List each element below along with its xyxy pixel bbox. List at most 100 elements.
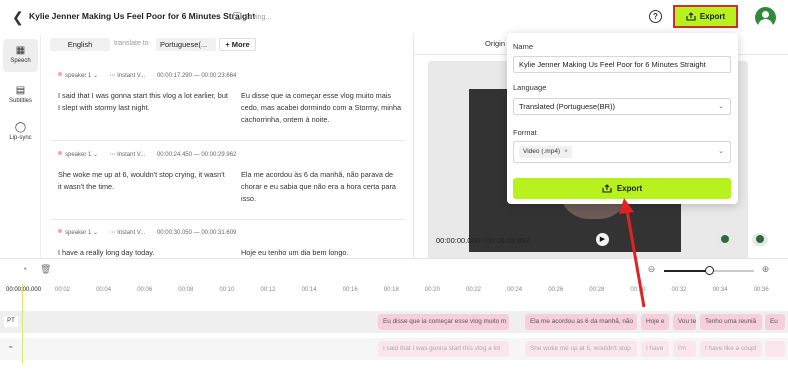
ruler-tick: 00:36	[753, 287, 769, 293]
subtitle-toggle-icon[interactable]	[752, 233, 768, 246]
format-select[interactable]: Video (.mp4) × ⌄	[513, 141, 731, 163]
segment-target-text[interactable]: Eu disse que ia começar esse vlog muito …	[241, 90, 403, 126]
playhead[interactable]	[22, 284, 23, 364]
source-language[interactable]: English	[50, 38, 110, 51]
speaker-select[interactable]: speaker 1 ⌄	[65, 230, 98, 236]
format-chip[interactable]: Video (.mp4) ×	[519, 146, 572, 158]
cloud-save-icon	[233, 12, 241, 20]
ruler-tick: 00:22	[466, 287, 482, 293]
ruler-tick: 00:20	[424, 287, 440, 293]
segment-source-text[interactable]: She woke me up at 6, wouldn't stop cryin…	[58, 169, 230, 193]
ruler-tick: 00:00:00.000	[6, 287, 42, 293]
segment-start[interactable]: 00:00:17.290	[157, 73, 192, 79]
segment-start[interactable]: 00:00:30.050	[157, 230, 192, 236]
voice-toggle-icon[interactable]	[716, 233, 734, 246]
speaker-color-dot	[58, 229, 62, 233]
rail-item-label: Speech	[10, 58, 31, 64]
help-icon[interactable]: ?	[649, 10, 662, 23]
confirm-export-button[interactable]: Export	[513, 178, 731, 199]
speed-icon[interactable]: ◔	[19, 264, 30, 275]
close-icon[interactable]: ×	[564, 148, 568, 155]
segment-meta: speaker 1 ⌄ ⋅⋅⋅ Instant V... 00:00:24.45…	[58, 151, 236, 158]
zoom-out-icon[interactable]: ⊖	[646, 264, 657, 275]
segment-start[interactable]: 00:00:24.450	[157, 152, 192, 158]
segment-target-text[interactable]: Hoje eu tenho um dia bem longo.	[241, 247, 403, 258]
top-bar: ❮ Kylie Jenner Making Us Feel Poor for 6…	[0, 0, 788, 34]
segment-meta: speaker 1 ⌄ ⋅⋅⋅ Instant V... 00:00:30.05…	[58, 229, 236, 236]
translated-clip[interactable]: Hoje e	[641, 314, 669, 330]
source-clip[interactable]: I said that I was gonna start this vlog …	[378, 341, 509, 357]
source-clip[interactable]: I'm	[673, 341, 696, 357]
speaker-select[interactable]: speaker 1 ⌄	[65, 73, 98, 79]
confirm-export-label: Export	[616, 184, 643, 193]
ruler-tick: 00:04	[96, 287, 112, 293]
ruler-tick: 00:34	[712, 287, 728, 293]
total-time: 00:06:08.852	[486, 236, 530, 245]
rail-item-label: Subtitles	[8, 98, 32, 104]
zoom-slider-handle[interactable]	[705, 266, 714, 275]
language-select[interactable]: Translated (Portuguese(BR)) ⌄	[513, 98, 731, 115]
saving-status: Saving...	[233, 12, 271, 21]
subtitles-icon: ▤	[15, 85, 26, 96]
name-field[interactable]: Kylie Jenner Making Us Feel Poor for 6 M…	[513, 56, 731, 73]
segment-end[interactable]: 00:00:23.664	[201, 73, 236, 79]
source-clip[interactable]: She woke me up at 6, wouldn't stop	[525, 341, 637, 357]
segment[interactable]: speaker 1 ⌄ ⋅⋅⋅ Instant V... 00:00:30.05…	[41, 229, 413, 258]
source-clip[interactable]	[765, 341, 785, 357]
export-popover: Name Kylie Jenner Making Us Feel Poor fo…	[507, 33, 738, 204]
translated-clip[interactable]: Ela me acordou às 6 da manhã, não	[525, 314, 637, 330]
zoom-in-icon[interactable]: ⊕	[760, 264, 771, 275]
source-clip[interactable]: I have	[641, 341, 669, 357]
play-icon[interactable]: ▶	[596, 233, 609, 246]
back-icon[interactable]: ❮	[12, 9, 26, 25]
current-time: 00:00:00.000	[436, 236, 480, 245]
source-clip[interactable]: I have like a coupl	[700, 341, 762, 357]
ruler-tick: 00:14	[301, 287, 317, 293]
ruler-tick: 00:02	[55, 287, 71, 293]
voice-select[interactable]: ⋅⋅⋅ Instant V...	[110, 152, 146, 158]
voice-select[interactable]: ⋅⋅⋅ Instant V...	[110, 73, 146, 79]
speaker-select[interactable]: speaker 1 ⌄	[65, 152, 98, 158]
voice-select[interactable]: ⋅⋅⋅ Instant V...	[110, 230, 146, 236]
rail-item-lipsync[interactable]: ◯ Lip-sync	[3, 116, 38, 149]
pen-icon: ✒	[8, 345, 14, 351]
upload-icon	[686, 12, 696, 21]
ruler-tick: 00:16	[342, 287, 358, 293]
export-button[interactable]: Export	[673, 5, 738, 28]
playback-time: 00:00:00.000 / 00:06:08.852	[436, 236, 530, 245]
segment-end[interactable]: 00:00:31.609	[201, 230, 236, 236]
ruler-tick: 00:26	[548, 287, 564, 293]
translated-clip[interactable]: Vou te	[673, 314, 696, 330]
segment-end[interactable]: 00:00:29.962	[201, 152, 236, 158]
avatar[interactable]	[755, 7, 776, 28]
segment-source-text[interactable]: I said that I was gonna start this vlog …	[58, 90, 230, 114]
ruler-tick: 00:10	[219, 287, 235, 293]
trash-icon[interactable]: 🗑	[40, 264, 51, 275]
time-ruler[interactable]: 00:00:00.000 00:02 00:04 00:06 00:08 00:10 00:…	[0, 285, 788, 299]
project-title[interactable]: Kylie Jenner Making Us Feel Poor for 6 M…	[29, 11, 255, 21]
source-track: ✒ I said that I was gonna start this vlo…	[0, 338, 788, 360]
segment-target-text[interactable]: Ela me acordou às 6 da manhã, não parava…	[241, 169, 403, 205]
name-label: Name	[513, 42, 534, 51]
saving-text: Saving...	[244, 14, 272, 21]
segment[interactable]: speaker 1 ⌄ ⋅⋅⋅ Instant V... 00:00:17.29…	[41, 72, 413, 132]
export-button-label: Export	[699, 12, 726, 21]
left-rail: ▦ Speech ▤ Subtitles ◯ Lip-sync	[0, 34, 41, 258]
segment-source-text[interactable]: I have a really long day today.	[58, 247, 230, 258]
translated-clip[interactable]: Tenho uma reuniã	[700, 314, 762, 330]
language-bar: English translate to Portuguese(... + Mo…	[41, 34, 413, 55]
tab-original[interactable]: Origin	[485, 39, 505, 48]
target-language[interactable]: Portuguese(...	[156, 38, 216, 51]
ruler-tick: 00:08	[178, 287, 194, 293]
divider	[51, 140, 404, 141]
more-languages-button[interactable]: + More	[219, 38, 256, 51]
rail-item-subtitles[interactable]: ▤ Subtitles	[3, 79, 38, 112]
ruler-tick: 00:24	[507, 287, 523, 293]
translated-clip[interactable]: Eu disse que ia começar esse vlog muito …	[378, 314, 509, 330]
rail-item-speech[interactable]: ▦ Speech	[3, 39, 38, 72]
rail-item-label: Lip-sync	[9, 135, 32, 141]
ruler-tick: 00:18	[383, 287, 399, 293]
speech-icon: ▦	[15, 45, 26, 56]
translated-clip[interactable]: Eu	[765, 314, 785, 330]
segment[interactable]: speaker 1 ⌄ ⋅⋅⋅ Instant V... 00:00:24.45…	[41, 151, 413, 211]
